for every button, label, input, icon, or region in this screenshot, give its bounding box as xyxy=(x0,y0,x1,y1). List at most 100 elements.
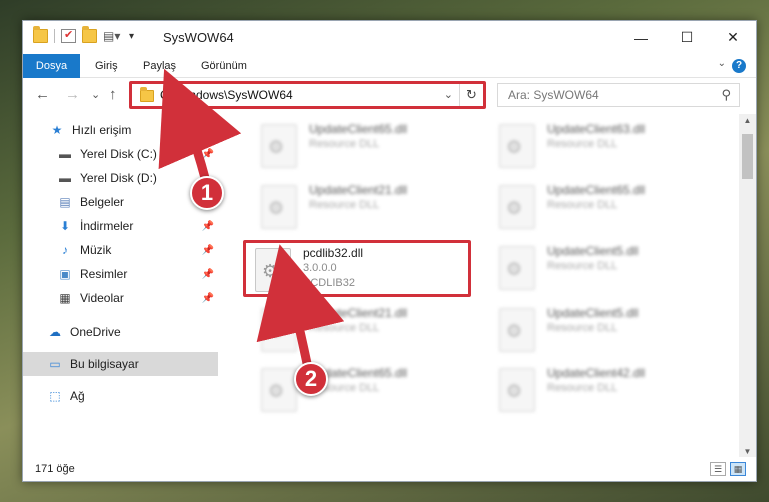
file-item[interactable]: UpdateClient63.dll Resource DLL xyxy=(489,118,709,174)
scroll-down-icon[interactable]: ▼ xyxy=(739,447,756,456)
expand-ribbon-icon[interactable]: ⌄ xyxy=(718,58,726,69)
file-item[interactable]: UpdateClient21.dll Resource DLL xyxy=(251,302,471,358)
sidebar-item-drive-c[interactable]: ▬ Yerel Disk (C:) 📌 xyxy=(23,142,218,166)
file-item[interactable]: UpdateClient5.dll Resource DLL xyxy=(489,302,709,358)
maximize-button[interactable]: ☐ xyxy=(664,21,710,54)
sidebar-item-label: Ağ xyxy=(70,389,85,403)
sidebar-item-quick-access[interactable]: ★ Hızlı erişim xyxy=(23,118,218,142)
file-item[interactable]: UpdateClient5.dll Resource DLL xyxy=(489,240,709,296)
address-path[interactable]: C:\Windows\SysWOW64 xyxy=(160,88,293,102)
pin-icon[interactable]: 📌 xyxy=(202,149,214,160)
properties-icon[interactable] xyxy=(61,28,76,43)
pin-icon[interactable]: 📌 xyxy=(202,269,214,280)
sidebar-item-music[interactable]: ♪ Müzik 📌 xyxy=(23,238,218,262)
dll-file-icon xyxy=(261,308,297,352)
search-icon[interactable]: ⚲ xyxy=(721,87,731,103)
sidebar-item-drive-d[interactable]: ▬ Yerel Disk (D:) xyxy=(23,166,218,190)
file-item[interactable]: UpdateClient65.dll Resource DLL xyxy=(489,179,709,235)
refresh-button[interactable]: ↻ xyxy=(459,84,483,106)
dll-file-icon xyxy=(255,248,291,292)
help-icon[interactable]: ? xyxy=(732,59,746,73)
folder-icon xyxy=(33,26,48,43)
pictures-icon: ▣ xyxy=(59,267,71,281)
videos-icon: ▦ xyxy=(59,291,71,305)
sidebar-item-label: Resimler xyxy=(80,267,128,281)
back-button[interactable]: ← xyxy=(35,86,50,103)
dll-file-icon xyxy=(499,124,535,168)
drive-icon: ▬ xyxy=(59,147,71,161)
sidebar-item-videos[interactable]: ▦ Videolar 📌 xyxy=(23,286,218,310)
sidebar-item-pictures[interactable]: ▣ Resimler 📌 xyxy=(23,262,218,286)
file-name: pcdlib32.dll xyxy=(303,246,364,260)
scroll-up-icon[interactable]: ▲ xyxy=(739,116,756,125)
scrollbar-thumb[interactable] xyxy=(742,134,753,179)
window-controls: — ☐ ✕ xyxy=(618,21,756,54)
network-icon: ⬚ xyxy=(49,389,61,403)
sidebar-item-label: Videolar xyxy=(80,291,124,305)
dll-file-icon xyxy=(499,185,535,229)
search-placeholder: Ara: SysWOW64 xyxy=(508,88,599,102)
star-icon: ★ xyxy=(51,123,63,137)
sidebar-item-label: Belgeler xyxy=(80,195,125,209)
file-name: UpdateClient42.dll xyxy=(547,366,646,380)
sidebar-item-network[interactable]: ⬚ Ağ xyxy=(23,384,218,408)
quick-access-toolbar: ▤▾ ▾ xyxy=(33,26,134,43)
up-button[interactable]: ↑ xyxy=(109,86,117,103)
tiles-view-icon[interactable]: ▦ xyxy=(730,462,746,476)
file-description: Resource DLL xyxy=(547,138,618,150)
tab-home[interactable]: Giriş xyxy=(83,54,130,78)
view-menu-icon[interactable]: ▤▾ xyxy=(103,29,123,43)
file-item-pcdlib32[interactable]: pcdlib32.dll 3.0.0.0 PCDLIB32 xyxy=(245,242,465,298)
chevron-down-icon[interactable]: ⌄ xyxy=(444,88,453,101)
vertical-scrollbar[interactable]: ▲ ▼ xyxy=(739,114,756,458)
tab-share[interactable]: Paylaş xyxy=(131,54,188,78)
music-icon: ♪ xyxy=(62,243,68,257)
file-name: UpdateClient21.dll xyxy=(309,306,408,320)
file-name: UpdateClient65.dll xyxy=(547,183,646,197)
sidebar-item-label: Yerel Disk (D:) xyxy=(80,171,157,185)
customize-toolbar-icon[interactable]: ▾ xyxy=(129,31,134,42)
dll-file-icon xyxy=(499,368,535,412)
sidebar-item-label: İndirmeler xyxy=(80,219,134,233)
dll-file-icon xyxy=(499,308,535,352)
pin-icon[interactable]: 📌 xyxy=(202,221,214,232)
address-bar[interactable]: C:\Windows\SysWOW64 ⌄ ↻ xyxy=(131,83,484,107)
file-version: 3.0.0.0 xyxy=(303,262,337,274)
file-product: PCDLIB32 xyxy=(303,277,355,289)
navigation-bar: ← → ⌄ ↑ C:\Windows\SysWOW64 ⌄ ↻ Ara: Sys… xyxy=(23,78,756,114)
step-1-badge: 1 xyxy=(190,176,224,210)
tab-view[interactable]: Görünüm xyxy=(189,54,259,78)
view-switcher: ☰ ▦ xyxy=(710,462,746,476)
file-description: Resource DLL xyxy=(547,199,618,211)
sidebar-item-label: OneDrive xyxy=(70,325,121,339)
pin-icon[interactable]: 📌 xyxy=(202,293,214,304)
ribbon-tabs: Dosya Giriş Paylaş Görünüm ⌄ ? xyxy=(23,54,756,110)
sidebar-item-onedrive[interactable]: ☁ OneDrive xyxy=(23,320,218,344)
sidebar-item-this-pc[interactable]: ▭ Bu bilgisayar xyxy=(23,352,218,376)
file-item[interactable]: UpdateClient65.dll Resource DLL xyxy=(251,118,471,174)
sidebar-item-documents[interactable]: ▤ Belgeler xyxy=(23,190,218,214)
file-item[interactable]: UpdateClient42.dll Resource DLL xyxy=(489,362,709,418)
close-button[interactable]: ✕ xyxy=(710,21,756,54)
file-description: Resource DLL xyxy=(309,322,380,334)
file-name: UpdateClient21.dll xyxy=(309,183,408,197)
search-input[interactable]: Ara: SysWOW64 ⚲ xyxy=(497,83,740,107)
file-item[interactable]: UpdateClient21.dll Resource DLL xyxy=(251,179,471,235)
documents-icon: ▤ xyxy=(59,195,71,209)
sidebar-item-label: Hızlı erişim xyxy=(72,123,132,137)
folder-icon xyxy=(140,87,154,102)
window-title: SysWOW64 xyxy=(163,30,234,45)
sidebar-item-downloads[interactable]: ⬇ İndirmeler 📌 xyxy=(23,214,218,238)
file-description: Resource DLL xyxy=(547,322,618,334)
minimize-button[interactable]: — xyxy=(618,21,664,54)
pin-icon[interactable]: 📌 xyxy=(202,245,214,256)
cloud-icon: ☁ xyxy=(49,325,61,339)
new-folder-icon[interactable] xyxy=(82,26,97,43)
title-bar: ▤▾ ▾ SysWOW64 — ☐ ✕ xyxy=(23,21,756,54)
recent-locations-button[interactable]: ⌄ xyxy=(91,88,100,101)
drive-icon: ▬ xyxy=(59,171,71,185)
forward-button[interactable]: → xyxy=(65,86,80,103)
file-item[interactable]: UpdateClient65.dll Resource DLL xyxy=(251,362,471,418)
details-view-icon[interactable]: ☰ xyxy=(710,462,726,476)
step-2-badge: 2 xyxy=(294,362,328,396)
